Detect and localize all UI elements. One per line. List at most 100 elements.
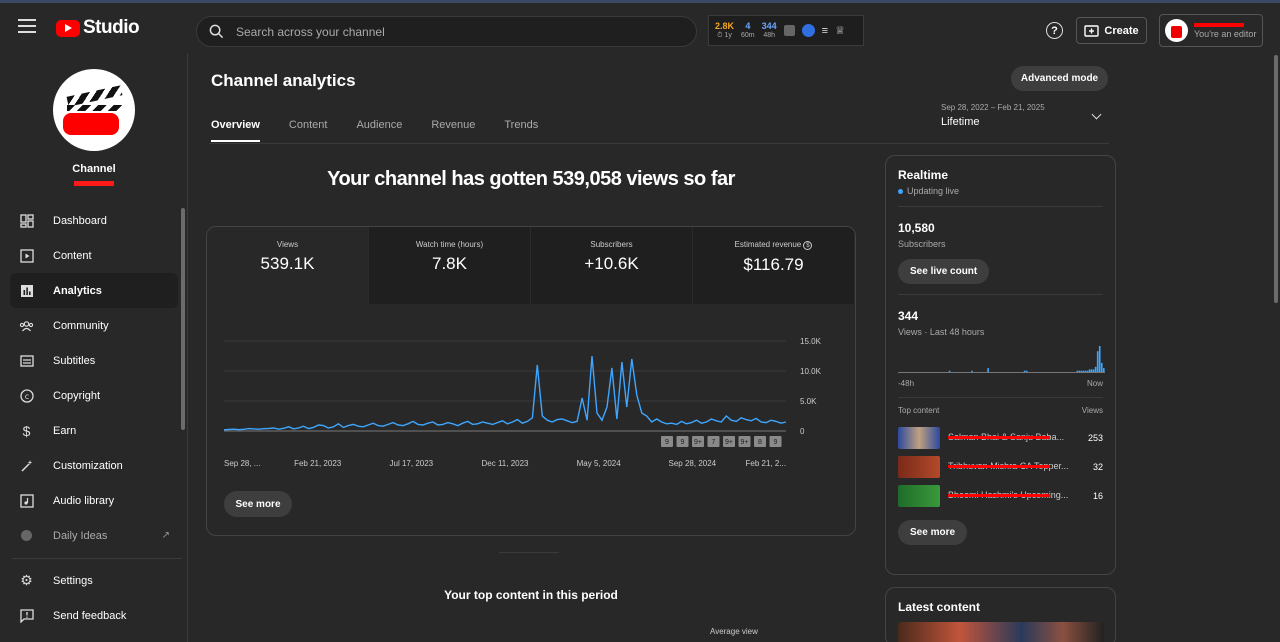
realtime-bar bbox=[1098, 346, 1101, 372]
metric-views[interactable]: Views 539.1K bbox=[207, 227, 369, 304]
trophy-icon[interactable]: ♕ bbox=[835, 24, 845, 37]
top-content-row[interactable]: Salman Bhai & Sanju Baba... 253 bbox=[898, 423, 1103, 452]
ext-list-icon[interactable]: ≡ bbox=[822, 25, 828, 37]
x-tick-label: Jul 17, 2023 bbox=[390, 459, 434, 468]
sidebar-item-copyright[interactable]: c Copyright bbox=[10, 378, 178, 413]
help-icon[interactable]: ? bbox=[1046, 22, 1063, 39]
sidebar-item-label: Subtitles bbox=[53, 354, 96, 367]
extension-stats[interactable]: 2.8K ⏱ 1y 4 60m 344 48h ≡ ♕ bbox=[708, 15, 864, 46]
tab-revenue[interactable]: Revenue bbox=[431, 119, 475, 142]
y-tick-label: 15.0K bbox=[800, 337, 822, 346]
top-content-row[interactable]: Bhoomi Hashmi's Upcoming... 16 bbox=[898, 481, 1103, 510]
subscribers-count: 10,580 bbox=[898, 221, 935, 235]
subscribers-label: Subscribers bbox=[898, 239, 946, 249]
realtime-title: Realtime bbox=[898, 168, 949, 182]
y-tick-label: 0 bbox=[800, 427, 805, 436]
x-tick-label: Dec 11, 2023 bbox=[482, 459, 530, 468]
avatar-redaction bbox=[63, 113, 119, 135]
realtime-bar bbox=[1096, 351, 1099, 372]
divider bbox=[898, 397, 1103, 398]
sidebar-item-subtitles[interactable]: Subtitles bbox=[10, 343, 178, 378]
metric-value: 7.8K bbox=[432, 254, 467, 273]
latest-content-title: Latest content bbox=[898, 600, 981, 614]
sidebar-item-analytics[interactable]: Analytics bbox=[10, 273, 178, 308]
video-marker-label: 9 bbox=[681, 439, 685, 446]
ext-stat-1y: 2.8K ⏱ 1y bbox=[715, 20, 735, 40]
sidebar-item-settings[interactable]: ⚙ Settings bbox=[10, 563, 178, 598]
ext-badge-icon[interactable] bbox=[783, 25, 795, 36]
see-live-count-button[interactable]: See live count bbox=[898, 259, 990, 284]
search-input[interactable] bbox=[236, 24, 656, 39]
y-tick-label: 5.0K bbox=[800, 397, 817, 406]
sidebar-item-send-feedback[interactable]: Send feedback bbox=[10, 598, 178, 633]
video-marker-label: 7 bbox=[712, 439, 716, 446]
metrics-card: Views 539.1K Watch time (hours) 7.8K Sub… bbox=[206, 226, 856, 536]
info-icon[interactable]: $ bbox=[803, 241, 813, 250]
ext-stat-value: 2.8K bbox=[715, 20, 735, 31]
realtime-bar bbox=[1082, 370, 1085, 372]
sidebar-item-label: Daily Ideas bbox=[53, 529, 108, 542]
see-more-button[interactable]: See more bbox=[224, 491, 292, 517]
latest-content-card: Latest content bbox=[885, 587, 1116, 642]
top-content-label: Top content bbox=[898, 406, 940, 415]
latest-video-thumbnail[interactable] bbox=[898, 622, 1104, 642]
sidebar-bottom-nav: ⚙ Settings Send feedback bbox=[10, 563, 178, 633]
tab-trends[interactable]: Trends bbox=[504, 119, 538, 142]
sidebar-item-audio-library[interactable]: Audio library bbox=[10, 483, 178, 518]
video-marker-label: 9 bbox=[665, 439, 669, 446]
copyright-icon: c bbox=[19, 388, 34, 403]
video-views: 253 bbox=[1087, 432, 1103, 443]
tab-audience[interactable]: Audience bbox=[356, 119, 402, 142]
realtime-bar bbox=[1086, 370, 1089, 372]
ext-g-icon[interactable] bbox=[801, 24, 815, 37]
main-content: Channel analytics Advanced mode Overview… bbox=[189, 53, 1274, 642]
sidebar-item-daily-ideas[interactable]: Daily Ideas ↗ bbox=[10, 518, 178, 553]
page-scrollbar[interactable] bbox=[1274, 55, 1278, 303]
clapperboard-icon bbox=[66, 85, 123, 107]
create-button[interactable]: Create bbox=[1076, 17, 1147, 44]
sidebar-item-customization[interactable]: Customization bbox=[10, 448, 178, 483]
customization-icon bbox=[19, 458, 34, 473]
sidebar-item-community[interactable]: Community bbox=[10, 308, 178, 343]
sidebar-item-label: Customization bbox=[53, 459, 123, 472]
create-video-icon bbox=[1084, 24, 1100, 37]
sidebar-scrollbar[interactable] bbox=[181, 208, 185, 430]
channel-name[interactable]: Channel bbox=[0, 163, 188, 175]
views-chart[interactable]: 15.0K 10.0K 5.0K 0 Sep 28, ... Feb 21, 2023 Ju… bbox=[224, 316, 844, 486]
metric-subscribers[interactable]: Subscribers +10.6K bbox=[531, 227, 693, 304]
advanced-mode-button[interactable]: Advanced mode bbox=[1011, 66, 1108, 91]
sidebar-item-label: Dashboard bbox=[53, 214, 107, 227]
ext-stat-sub-text: 1y bbox=[724, 31, 732, 39]
video-marker-label: 8 bbox=[758, 439, 762, 446]
top-content-row[interactable]: Tribhuvan Mishra CA Topper... 32 bbox=[898, 452, 1103, 481]
studio-wordmark: Studio bbox=[83, 17, 140, 38]
metric-watch-time[interactable]: Watch time (hours) 7.8K bbox=[369, 227, 531, 304]
youtube-logo-icon bbox=[56, 19, 80, 37]
sidebar-item-earn[interactable]: $ Earn bbox=[10, 413, 178, 448]
metric-estimated-revenue[interactable]: Estimated revenue $ $116.79 bbox=[693, 227, 855, 304]
studio-logo[interactable]: Studio bbox=[56, 17, 140, 39]
search-icon bbox=[209, 24, 224, 39]
video-views: 32 bbox=[1092, 461, 1103, 472]
realtime-bar bbox=[948, 370, 951, 372]
realtime-see-more-button[interactable]: See more bbox=[898, 520, 968, 545]
video-thumbnail bbox=[898, 455, 940, 478]
realtime-views-chart[interactable] bbox=[898, 345, 1105, 373]
sidebar-item-label: Community bbox=[53, 319, 109, 332]
ext-stat-48h: 344 48h bbox=[762, 21, 777, 40]
tab-content[interactable]: Content bbox=[289, 119, 328, 142]
chevron-down-icon bbox=[1091, 109, 1102, 120]
sidebar-item-dashboard[interactable]: Dashboard bbox=[10, 203, 178, 238]
menu-icon[interactable] bbox=[18, 19, 36, 33]
channel-avatar[interactable] bbox=[53, 69, 135, 151]
axis-end: Now bbox=[1086, 379, 1103, 388]
account-switcher[interactable]: You're an editor bbox=[1159, 14, 1263, 47]
search-box[interactable] bbox=[196, 16, 697, 47]
date-range-picker[interactable]: Sep 28, 2022 – Feb 21, 2025 Lifetime bbox=[941, 103, 1102, 128]
sidebar-item-label: Copyright bbox=[53, 389, 101, 402]
sidebar-item-label: Content bbox=[53, 249, 92, 262]
top-content-header: Top content Views bbox=[898, 406, 1103, 415]
svg-text:c: c bbox=[24, 392, 28, 401]
tab-overview[interactable]: Overview bbox=[211, 119, 260, 142]
sidebar-item-content[interactable]: Content bbox=[10, 238, 178, 273]
